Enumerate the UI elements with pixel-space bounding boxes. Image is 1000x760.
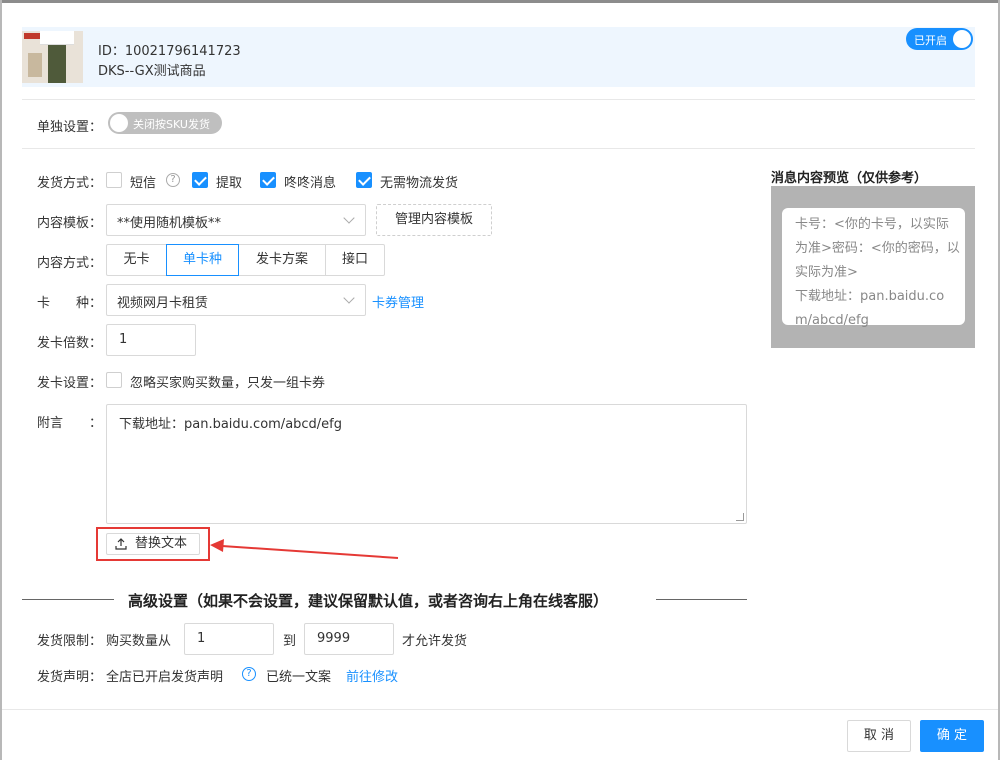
preview-title: 消息内容预览（仅供参考） [771, 171, 928, 186]
extract-option-label: 提取 [216, 176, 243, 191]
replace-text-label: 替换文本 [135, 536, 188, 551]
limit-max-input[interactable]: 9999 [304, 623, 394, 655]
product-header: ID：10021796141723 DKS--GX测试商品 已开启 [22, 27, 975, 87]
mode-single-card[interactable]: 单卡种 [166, 244, 239, 276]
message-preview-bubble: 卡号：<你的卡号，以实际为准>密码：<你的密码，以实际为准> 下载地址：pan.… [782, 208, 965, 328]
card-multiplier-label: 发卡倍数： [37, 336, 103, 351]
confirm-button[interactable]: 确 定 [920, 720, 984, 752]
divider [22, 99, 975, 100]
limit-min-input[interactable]: 1 [184, 623, 274, 655]
statement-help-icon[interactable]: ? [242, 667, 256, 681]
dongdong-option-label: 咚咚消息 [284, 176, 337, 191]
ignore-quantity-label: 忽略买家购买数量，只发一组卡券 [130, 376, 326, 391]
no-logistics-checkbox[interactable] [356, 172, 372, 188]
resize-handle[interactable] [736, 513, 744, 521]
help-icon[interactable]: ? [166, 173, 180, 187]
note-label: 附言 ： [37, 416, 103, 431]
chevron-down-icon [343, 292, 355, 304]
product-thumbnail [22, 31, 83, 83]
extract-checkbox[interactable] [192, 172, 208, 188]
delivery-limit-label: 发货限制： [37, 634, 103, 649]
card-multiplier-input[interactable]: 1 [106, 324, 196, 356]
replace-text-highlight: 替换文本 [96, 527, 210, 561]
replace-text-button[interactable]: 替换文本 [106, 533, 200, 555]
card-coupon-manage-link[interactable]: 卡券管理 [372, 292, 424, 311]
ignore-quantity-checkbox[interactable] [106, 372, 122, 388]
content-mode-label: 内容方式： [37, 256, 103, 271]
sku-delivery-toggle[interactable]: 关闭按SKU发货 [108, 112, 222, 134]
limit-prefix-text: 购买数量从 [106, 634, 172, 649]
upload-icon [115, 538, 127, 550]
limit-suffix-text: 才允许发货 [402, 634, 468, 649]
divider [22, 599, 114, 600]
go-modify-link[interactable]: 前往修改 [346, 666, 398, 685]
mode-card-plan[interactable]: 发卡方案 [238, 244, 326, 276]
card-type-value: 视频网月卡租赁 [117, 296, 209, 311]
manage-template-button[interactable]: 管理内容模板 [376, 204, 492, 236]
note-text: 下载地址：pan.baidu.com/abcd/efg [119, 417, 343, 432]
no-logistics-option-label: 无需物流发货 [380, 176, 459, 191]
product-id: ID：10021796141723 [98, 44, 241, 59]
dongdong-checkbox[interactable] [260, 172, 276, 188]
red-arrow-annotation [210, 539, 399, 559]
message-preview-panel: 卡号：<你的卡号，以实际为准>密码：<你的密码，以实际为准> 下载地址：pan.… [771, 186, 975, 348]
content-template-select[interactable]: **使用随机模板** [106, 204, 366, 236]
divider [656, 599, 747, 600]
sms-option-label: 短信 [130, 176, 157, 191]
footer-divider [2, 709, 998, 710]
toggle-knob [110, 114, 128, 132]
card-setting-label: 发卡设置： [37, 376, 103, 391]
mode-no-card[interactable]: 无卡 [106, 244, 167, 276]
note-textarea[interactable]: 下载地址：pan.baidu.com/abcd/efg [106, 404, 747, 524]
mode-api[interactable]: 接口 [325, 244, 385, 276]
limit-to-text: 到 [283, 634, 297, 649]
statement-unified-text: 已统一文案 [266, 670, 332, 685]
content-template-label: 内容模板： [37, 216, 103, 231]
content-template-value: **使用随机模板** [117, 216, 222, 231]
preview-download-address: 下载地址：pan.baidu.com/abcd/efg [795, 289, 945, 328]
card-type-select[interactable]: 视频网月卡租赁 [106, 284, 366, 316]
card-type-label: 卡 种： [37, 296, 103, 311]
product-status-toggle[interactable]: 已开启 [906, 28, 973, 50]
product-name: DKS--GX测试商品 [98, 64, 206, 79]
advanced-settings-title: 高级设置（如果不会设置，建议保留默认值，或者咨询右上角在线客服） [128, 592, 609, 610]
solo-setting-label: 单独设置： [37, 120, 103, 135]
divider [22, 148, 975, 149]
preview-card-content: 卡号：<你的卡号，以实际为准>密码：<你的密码，以实际为准> [795, 217, 960, 280]
toggle-knob [953, 30, 971, 48]
cancel-button[interactable]: 取 消 [847, 720, 911, 752]
chevron-down-icon [343, 212, 355, 224]
window-left-border [0, 0, 2, 760]
window-top-border [0, 0, 1000, 3]
delivery-statement-label: 发货声明： [37, 670, 103, 685]
delivery-method-label: 发货方式： [37, 176, 103, 191]
statement-status-text: 全店已开启发货声明 [106, 670, 224, 685]
sms-checkbox[interactable] [106, 172, 122, 188]
sku-toggle-label: 关闭按SKU发货 [133, 118, 210, 131]
status-toggle-label: 已开启 [914, 34, 947, 47]
